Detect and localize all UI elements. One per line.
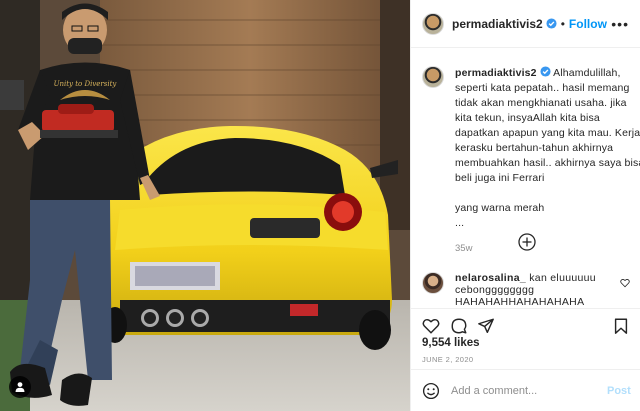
smiley-icon[interactable] bbox=[422, 382, 440, 400]
author-username[interactable]: permadiaktivis2 bbox=[452, 17, 543, 31]
comment-item: nelarosalina_ kan eluuuuuu cebongggggggg… bbox=[422, 272, 634, 307]
caption-line: beli juga ini Ferrari bbox=[455, 172, 545, 184]
caption-line: yang warna merah bbox=[455, 202, 545, 214]
author-avatar[interactable] bbox=[422, 12, 444, 35]
comments-section[interactable]: permadiaktivis2 Alhamdulillah, seperti k… bbox=[411, 49, 640, 307]
comment-line: kan eluuuuuu bbox=[526, 272, 596, 284]
caption-line: membuahkan hasil.. akhirnya saya bisa bbox=[455, 157, 640, 169]
caption: permadiaktivis2 Alhamdulillah, seperti k… bbox=[422, 66, 640, 254]
more-options-icon[interactable]: ••• bbox=[611, 16, 629, 32]
post-details-panel: permadiaktivis2 • Follow ••• permadiakti… bbox=[410, 0, 640, 411]
add-comment-bar: Post bbox=[411, 369, 640, 411]
paper-plane-icon[interactable] bbox=[477, 317, 495, 335]
likes-count[interactable]: 9,554 likes bbox=[422, 337, 480, 349]
caption-timestamp[interactable]: 35w bbox=[455, 243, 634, 254]
follow-button[interactable]: Follow bbox=[569, 17, 607, 31]
caption-line: seperti kata pepatah.. hasil memang bbox=[455, 82, 630, 94]
comment-like-heart-icon[interactable] bbox=[620, 278, 630, 288]
caption-line bbox=[455, 186, 634, 201]
caption-author-avatar[interactable] bbox=[422, 66, 444, 88]
heart-icon[interactable] bbox=[422, 317, 440, 335]
caption-line: kerasku bertahun-tahun akhirnya bbox=[455, 142, 614, 154]
commenter-avatar[interactable] bbox=[422, 272, 444, 294]
comment-bubble-icon[interactable] bbox=[450, 317, 468, 335]
caption-line: tidak akan mengkhianati usaha. jika bbox=[455, 97, 627, 109]
svg-text:Unity to Diversity: Unity to Diversity bbox=[54, 80, 118, 88]
post-header: permadiaktivis2 • Follow ••• bbox=[411, 0, 640, 48]
comment-line: cebongggggggg bbox=[455, 284, 535, 296]
commenter-username[interactable]: nelarosalina_ bbox=[455, 272, 526, 284]
caption-line: Alhamdulillah, bbox=[550, 67, 621, 79]
verified-badge-icon bbox=[540, 66, 551, 77]
comment-input[interactable] bbox=[451, 384, 599, 397]
separator-dot: • bbox=[560, 16, 565, 31]
caption-line: kita tekun, insyaAllah kita bisa bbox=[455, 112, 600, 124]
comment-text: nelarosalina_ kan eluuuuuu cebongggggggg… bbox=[455, 272, 634, 307]
verified-badge-icon bbox=[546, 18, 557, 29]
caption-text: permadiaktivis2 Alhamdulillah, seperti k… bbox=[455, 66, 640, 231]
caption-username[interactable]: permadiaktivis2 bbox=[455, 67, 537, 79]
ferrari-photo-illustration: Unity to Diversity bbox=[0, 0, 410, 411]
person-icon bbox=[15, 382, 25, 392]
bookmark-icon[interactable] bbox=[612, 317, 630, 335]
comment-line: HAHAHAHHAHAHAHAHA bbox=[455, 296, 585, 307]
post-photo[interactable]: Unity to Diversity bbox=[0, 0, 410, 411]
tagged-users-button[interactable] bbox=[9, 376, 31, 398]
caption-line: ... bbox=[455, 217, 465, 229]
post-date[interactable]: JUNE 2, 2020 bbox=[422, 355, 474, 364]
post-comment-button[interactable]: Post bbox=[607, 385, 631, 397]
plus-circle-icon[interactable] bbox=[518, 233, 536, 251]
caption-line: dapatkan apapun yang kita mau. Kerja bbox=[455, 127, 640, 139]
